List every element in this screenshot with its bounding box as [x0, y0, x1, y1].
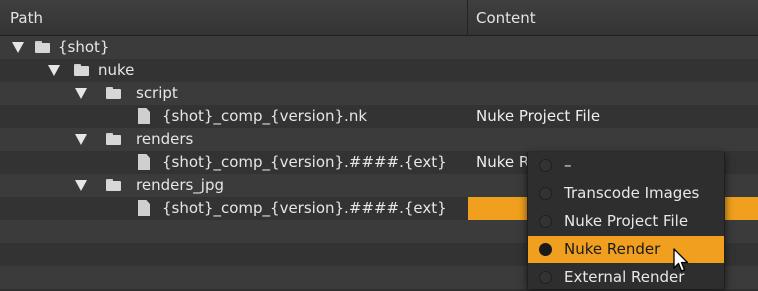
column-header: Path Content	[0, 0, 758, 36]
folder-icon	[106, 179, 121, 191]
tree-row-nk-file[interactable]: {shot}_comp_{version}.nk Nuke Project Fi…	[0, 105, 758, 128]
expand-arrow-icon[interactable]	[75, 88, 87, 99]
radio-selected-icon	[539, 243, 552, 256]
path-column-header[interactable]: Path	[10, 0, 43, 36]
radio-icon	[539, 215, 552, 228]
expand-arrow-icon[interactable]	[75, 180, 87, 191]
menu-item-transcode-images[interactable]: Transcode Images	[528, 180, 724, 207]
content-cell[interactable]: Nuke Render	[476, 151, 534, 174]
folder-icon	[35, 41, 50, 53]
folder-icon	[74, 64, 89, 76]
content-type-dropdown[interactable]: – Transcode Images Nuke Project File Nuk…	[527, 152, 725, 289]
content-column-header[interactable]: Content	[476, 0, 536, 36]
tree-row-nuke[interactable]: nuke	[0, 59, 758, 82]
column-divider[interactable]	[467, 0, 468, 36]
tree-row-shot[interactable]: {shot}	[0, 36, 758, 59]
file-icon	[138, 108, 150, 124]
tree-row-renders[interactable]: renders	[0, 128, 758, 151]
tree-row-name: {shot}_comp_{version}.nk	[162, 107, 368, 125]
content-cell[interactable]: Nuke Project File	[476, 105, 600, 128]
radio-icon	[539, 187, 552, 200]
tree-row-name: {shot}_comp_{version}.####.{ext}	[162, 199, 447, 217]
radio-icon	[539, 159, 552, 172]
expand-arrow-icon[interactable]	[75, 134, 87, 145]
tree-row-name: {shot}_comp_{version}.####.{ext}	[162, 153, 447, 171]
mouse-pointer-icon	[673, 248, 689, 272]
menu-item-nuke-project-file[interactable]: Nuke Project File	[528, 208, 724, 235]
tree-row-name: renders	[136, 130, 194, 148]
file-icon	[138, 154, 150, 170]
menu-item-nuke-render[interactable]: Nuke Render	[528, 236, 724, 263]
expand-arrow-icon[interactable]	[48, 65, 60, 76]
file-icon	[138, 200, 150, 216]
tree-row-name: nuke	[98, 61, 135, 79]
folder-icon	[106, 87, 121, 99]
radio-icon	[539, 271, 552, 284]
tree-row-script[interactable]: script	[0, 82, 758, 105]
tree-row-name: renders_jpg	[136, 176, 225, 194]
tree-row-name: script	[136, 84, 178, 102]
expand-arrow-icon[interactable]	[12, 42, 24, 53]
folder-icon	[106, 133, 121, 145]
menu-item-none[interactable]: –	[528, 152, 724, 179]
tree-row-name: {shot}	[58, 38, 110, 56]
menu-item-external-render[interactable]: External Render	[528, 264, 724, 291]
